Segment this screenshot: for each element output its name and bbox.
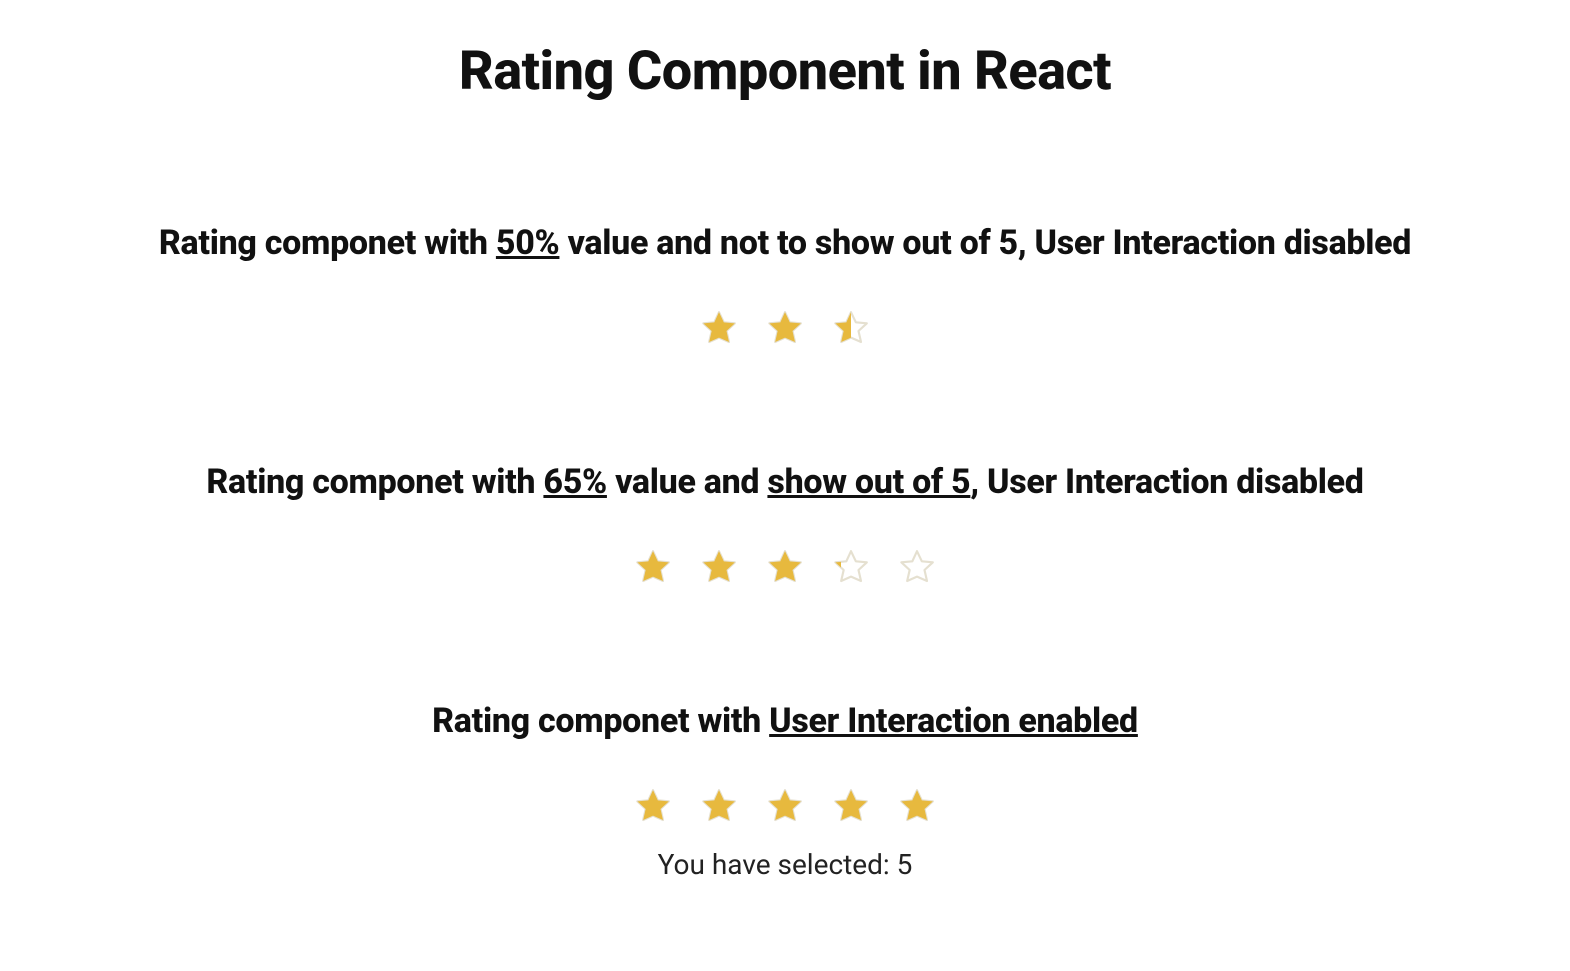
caption-value: 5 bbox=[897, 848, 913, 881]
star-icon bbox=[699, 308, 739, 348]
heading-segment: , User Interaction disabled bbox=[970, 462, 1363, 502]
page-root: Rating Component in React Rating compone… bbox=[0, 0, 1570, 971]
star-icon bbox=[897, 547, 937, 587]
star-icon[interactable] bbox=[699, 786, 739, 826]
heading-segment: Rating componet with bbox=[159, 223, 496, 263]
star-icon[interactable] bbox=[831, 786, 871, 826]
rating-stars-row bbox=[633, 547, 937, 587]
star-icon bbox=[831, 547, 871, 587]
page-title: Rating Component in React bbox=[30, 40, 1540, 103]
heading-segment-underline: User Interaction enabled bbox=[769, 701, 1138, 741]
caption-prefix: You have selected: bbox=[658, 848, 897, 881]
rating-example-2: Rating componet with 65% value and show … bbox=[30, 462, 1540, 591]
star-icon bbox=[699, 547, 739, 587]
star-icon bbox=[831, 308, 871, 348]
star-icon[interactable] bbox=[897, 786, 937, 826]
heading-segment: value and bbox=[607, 462, 768, 502]
star-icon bbox=[765, 547, 805, 587]
heading-segment: Rating componet with bbox=[432, 701, 769, 741]
heading-segment-underline: show out of 5 bbox=[767, 462, 970, 502]
heading-segment: value and not to show out of 5, User Int… bbox=[559, 223, 1411, 263]
rating-example-3-heading: Rating componet with User Interaction en… bbox=[30, 701, 1540, 741]
rating-selected-caption: You have selected: 5 bbox=[30, 848, 1540, 881]
heading-segment-underline: 65% bbox=[543, 462, 607, 502]
rating-example-2-heading: Rating componet with 65% value and show … bbox=[30, 462, 1540, 502]
rating-example-3: Rating componet with User Interaction en… bbox=[30, 701, 1540, 881]
rating-stars-row bbox=[699, 308, 871, 348]
rating-stars-row bbox=[633, 786, 937, 826]
star-icon bbox=[633, 547, 673, 587]
rating-example-1: Rating componet with 50% value and not t… bbox=[30, 223, 1540, 352]
heading-segment-underline: 50% bbox=[496, 223, 560, 263]
heading-segment: Rating componet with bbox=[206, 462, 543, 502]
star-icon[interactable] bbox=[765, 786, 805, 826]
star-icon bbox=[765, 308, 805, 348]
star-icon[interactable] bbox=[633, 786, 673, 826]
rating-example-1-heading: Rating componet with 50% value and not t… bbox=[30, 223, 1540, 263]
